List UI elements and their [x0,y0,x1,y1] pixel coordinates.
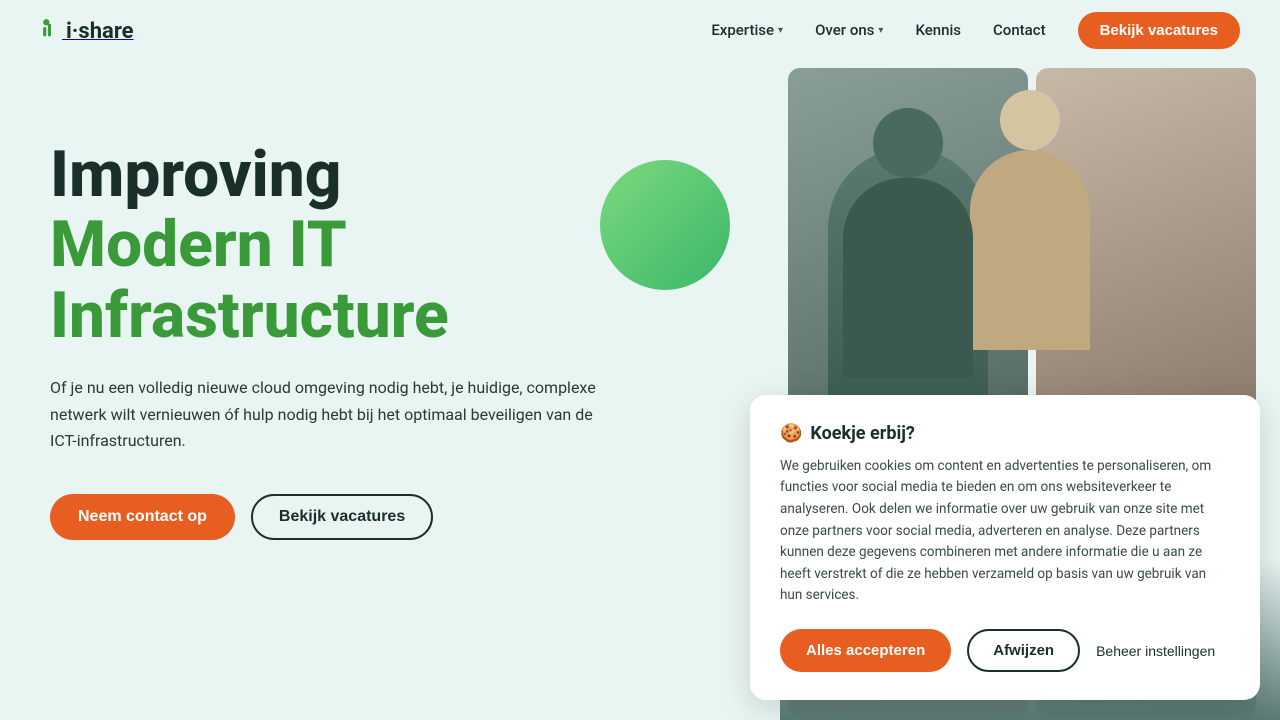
hero-title-line1: Improving [50,137,341,212]
logo[interactable]: i·share [40,16,134,44]
nav-over-ons[interactable]: Over ons ▾ [815,21,883,39]
hero-title-line2: Modern IT [50,207,347,282]
logo-icon [40,16,62,38]
site-header: i·share Expertise ▾ Over ons ▾ Kennis Co… [0,0,1280,60]
hero-buttons: Neem contact op Bekijk vacatures [50,494,610,540]
cookie-buttons: Alles accepteren Afwijzen Beheer instell… [780,629,1230,672]
nav-contact[interactable]: Contact [993,21,1046,39]
contact-button[interactable]: Neem contact op [50,494,235,540]
cookie-text: We gebruiken cookies om content en adver… [780,456,1230,607]
hero-title: Improving Modern IT Infrastructure [50,140,610,351]
cookie-emoji: 🍪 [780,423,802,444]
main-nav: Expertise ▾ Over ons ▾ Kennis Contact Be… [711,12,1240,49]
nav-kennis[interactable]: Kennis [915,21,961,39]
cookie-title: 🍪 Koekje erbij? [780,423,1230,444]
hero-description: Of je nu een volledig nieuwe cloud omgev… [50,375,610,454]
vacatures-button[interactable]: Bekijk vacatures [251,494,433,540]
hero-photo-2 [1036,68,1256,428]
nav-expertise[interactable]: Expertise ▾ [711,21,783,39]
cookie-accept-button[interactable]: Alles accepteren [780,629,951,672]
hero-title-line3: Infrastructure [50,278,449,353]
nav-vacatures-button[interactable]: Bekijk vacatures [1078,12,1240,49]
hero-left: Improving Modern IT Infrastructure Of je… [0,60,650,720]
chevron-down-icon: ▾ [878,25,883,36]
cookie-banner: 🍪 Koekje erbij? We gebruiken cookies om … [750,395,1260,700]
green-circle-decoration [600,160,730,290]
chevron-down-icon: ▾ [778,25,783,36]
cookie-decline-button[interactable]: Afwijzen [967,629,1080,672]
cookie-settings-button[interactable]: Beheer instellingen [1096,643,1215,659]
logo-text: i·share [66,19,134,44]
